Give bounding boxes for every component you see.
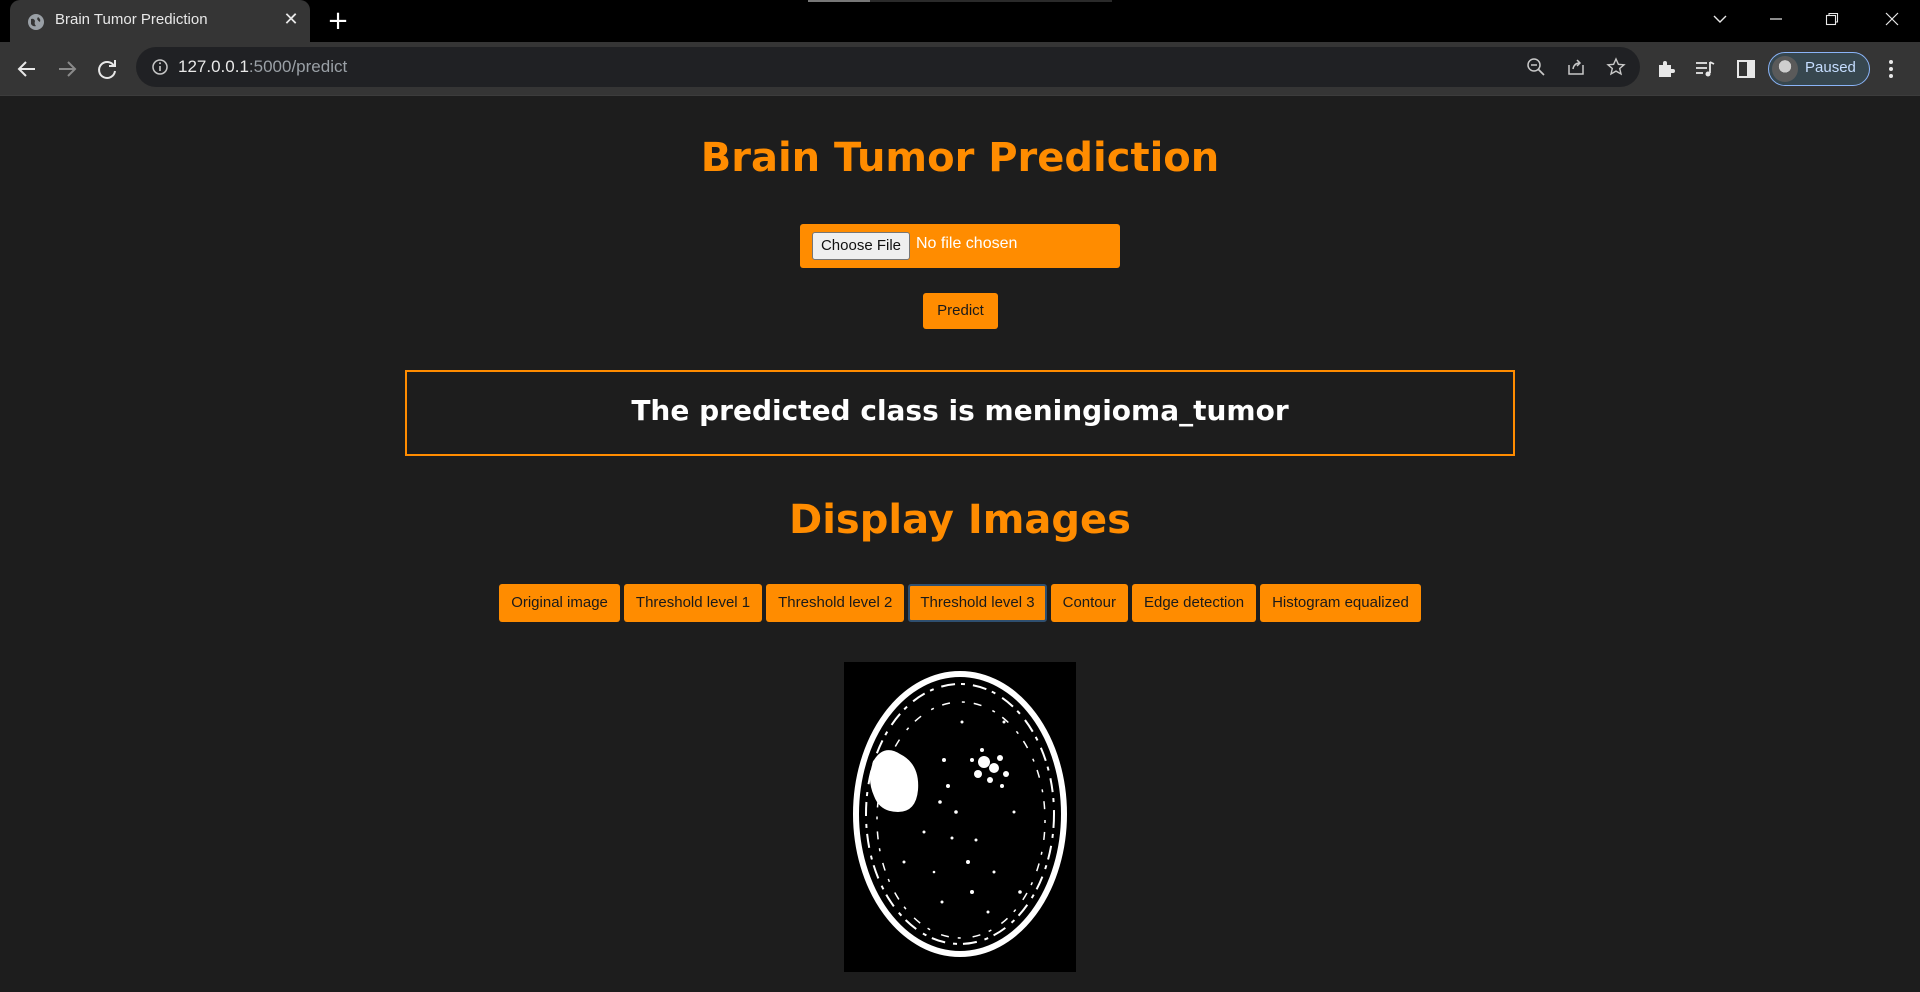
url-path: :5000/predict xyxy=(248,57,348,76)
url-host: 127.0.0.1 xyxy=(178,57,249,76)
tab-strip: Brain Tumor Prediction ✕ + xyxy=(0,0,1920,42)
file-input[interactable]: Choose File No file chosen xyxy=(800,224,1120,268)
address-bar[interactable]: 127.0.0.1:5000/predict xyxy=(136,47,1640,87)
threshold-level-2-button[interactable]: Threshold level 2 xyxy=(766,584,905,622)
zoom-out-icon[interactable] xyxy=(1526,57,1546,77)
prediction-result: The predicted class is meningioma_tumor xyxy=(631,394,1289,427)
avatar xyxy=(1772,56,1798,82)
page-title: Brain Tumor Prediction xyxy=(700,135,1220,181)
contour-button[interactable]: Contour xyxy=(1050,584,1128,622)
url-text[interactable]: 127.0.0.1:5000/predict xyxy=(178,57,347,77)
page-content: Brain Tumor Prediction Choose File No fi… xyxy=(0,97,1920,992)
site-info-icon[interactable] xyxy=(150,57,170,77)
more-menu-icon[interactable] xyxy=(1880,58,1902,80)
bookmark-star-icon[interactable] xyxy=(1606,57,1626,77)
back-arrow-icon[interactable] xyxy=(10,52,44,86)
extensions-puzzle-icon[interactable] xyxy=(1655,58,1677,80)
original-image-button[interactable]: Original image xyxy=(499,584,620,622)
mri-threshold-image xyxy=(844,662,1076,972)
tab-search-strip-highlight xyxy=(808,0,870,2)
threshold-level-1-button[interactable]: Threshold level 1 xyxy=(623,584,763,622)
histogram-equalized-button[interactable]: Histogram equalized xyxy=(1260,584,1421,622)
tab-close-icon[interactable]: ✕ xyxy=(280,9,302,31)
predict-button[interactable]: Predict xyxy=(923,293,998,329)
media-queue-icon[interactable] xyxy=(1694,58,1716,80)
close-window-button[interactable] xyxy=(1864,0,1920,38)
image-view-buttons: Original image Threshold level 1 Thresho… xyxy=(0,584,1920,622)
browser-tab[interactable]: Brain Tumor Prediction ✕ xyxy=(10,0,310,42)
tab-title: Brain Tumor Prediction xyxy=(55,11,208,28)
minimize-button[interactable] xyxy=(1748,0,1804,38)
restore-button[interactable] xyxy=(1804,0,1860,38)
globe-icon xyxy=(28,14,44,30)
tab-search-chevron-icon[interactable] xyxy=(1692,0,1748,38)
display-images-heading: Display Images xyxy=(789,497,1131,543)
profile-button[interactable]: Paused xyxy=(1768,52,1870,86)
edge-detection-button[interactable]: Edge detection xyxy=(1131,584,1257,622)
new-tab-button[interactable]: + xyxy=(325,8,351,34)
choose-file-button[interactable]: Choose File xyxy=(812,232,910,260)
share-icon[interactable] xyxy=(1566,57,1586,77)
browser-toolbar: 127.0.0.1:5000/predict Paused xyxy=(0,42,1920,96)
profile-status: Paused xyxy=(1805,59,1856,76)
result-panel: The predicted class is meningioma_tumor xyxy=(405,370,1515,456)
reload-icon[interactable] xyxy=(90,52,124,86)
forward-arrow-icon[interactable] xyxy=(50,52,84,86)
file-status-text: No file chosen xyxy=(916,235,1018,252)
side-panel-icon[interactable] xyxy=(1735,58,1757,80)
threshold-level-3-button[interactable]: Threshold level 3 xyxy=(908,584,1047,622)
